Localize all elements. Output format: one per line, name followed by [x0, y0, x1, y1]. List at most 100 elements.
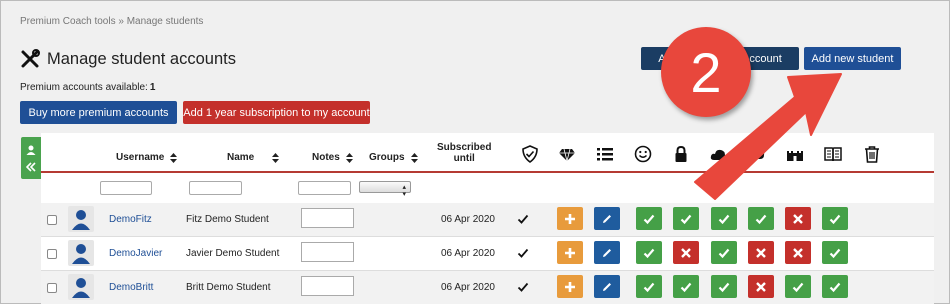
username-link[interactable]: DemoBritt	[109, 282, 153, 293]
enabled-toggle[interactable]	[822, 207, 848, 230]
enabled-toggle[interactable]	[711, 207, 737, 230]
notes-input[interactable]	[301, 242, 354, 262]
enabled-toggle[interactable]	[711, 275, 737, 298]
shield-check-icon	[522, 145, 538, 163]
select-arrows-icon: ▴ ▾	[402, 184, 406, 198]
col-subscribed-label-1: Subscribed	[437, 142, 492, 153]
check-icon	[517, 282, 529, 292]
sort-icon	[410, 152, 418, 163]
enabled-toggle[interactable]	[636, 275, 662, 298]
check-icon	[517, 214, 529, 224]
tools-icon	[21, 49, 40, 68]
check-icon	[643, 282, 655, 292]
trash-icon[interactable]	[863, 145, 881, 163]
user-icon	[72, 278, 90, 298]
cross-icon	[756, 281, 766, 292]
premium-count: 1	[149, 82, 156, 93]
row-select-checkbox[interactable]	[47, 283, 57, 293]
enabled-toggle[interactable]	[822, 275, 848, 298]
avatar	[68, 240, 94, 266]
subscribed-until: 06 Apr 2020	[441, 214, 495, 225]
disabled-toggle[interactable]	[673, 241, 699, 264]
check-icon	[755, 214, 767, 224]
page-title: Manage student accounts	[47, 49, 236, 68]
list-icon	[597, 148, 613, 161]
add-button[interactable]	[557, 207, 583, 230]
notes-filter-input[interactable]	[298, 181, 351, 195]
edit-button[interactable]	[594, 241, 620, 264]
enabled-toggle[interactable]	[673, 207, 699, 230]
notes-input[interactable]	[301, 208, 354, 228]
subscribed-until: 06 Apr 2020	[441, 248, 495, 259]
disabled-toggle[interactable]	[748, 241, 774, 264]
book-icon	[824, 147, 842, 162]
col-name[interactable]: Name	[227, 152, 280, 163]
add-button[interactable]	[557, 241, 583, 264]
disabled-toggle[interactable]	[785, 207, 811, 230]
username-filter-input[interactable]	[100, 181, 152, 195]
enabled-toggle[interactable]	[711, 241, 737, 264]
col-subscribed[interactable]: Subscribed until	[437, 142, 491, 164]
check-icon	[643, 248, 655, 258]
add-year-subscription-button[interactable]: Add 1 year subscription to my account	[183, 101, 370, 124]
castle-icon	[787, 151, 803, 161]
table-row: DemoJavier Javier Demo Student 06 Apr 2020	[41, 237, 934, 270]
pencil-icon	[603, 282, 611, 291]
enabled-toggle[interactable]	[785, 275, 811, 298]
table-row: DemoFitz Fitz Demo Student 06 Apr 2020	[41, 203, 934, 236]
sort-icon	[170, 152, 178, 163]
col-username[interactable]: Username	[116, 152, 178, 163]
premium-label: Premium accounts available:	[20, 82, 148, 93]
check-icon	[829, 214, 841, 224]
sort-icon	[345, 152, 353, 163]
row-select-checkbox[interactable]	[47, 215, 57, 225]
check-icon	[517, 248, 529, 258]
double-chevron-left-icon	[26, 161, 36, 172]
col-groups[interactable]: Groups	[369, 152, 418, 163]
add-new-student-button[interactable]: Add new student	[804, 47, 901, 70]
sidebar-toggle-tab[interactable]	[21, 137, 41, 179]
subscribed-until: 06 Apr 2020	[441, 282, 495, 293]
check-icon	[680, 214, 692, 224]
groups-filter-select[interactable]: ▴ ▾	[359, 181, 411, 198]
col-name-label: Name	[227, 152, 255, 163]
notes-input[interactable]	[301, 276, 354, 296]
enabled-toggle[interactable]	[822, 241, 848, 264]
col-notes[interactable]: Notes	[312, 152, 353, 163]
plus-icon	[565, 281, 575, 292]
edit-button[interactable]	[594, 275, 620, 298]
buy-more-premium-button[interactable]: Buy more premium accounts	[20, 101, 177, 124]
cross-icon	[681, 247, 691, 258]
name-filter-input[interactable]	[189, 181, 242, 195]
col-groups-label: Groups	[369, 152, 405, 163]
student-name: Britt Demo Student	[186, 282, 271, 293]
smiley-icon	[634, 145, 652, 163]
student-name: Fitz Demo Student	[186, 214, 269, 225]
user-icon	[26, 145, 36, 155]
enabled-toggle[interactable]	[748, 207, 774, 230]
user-icon	[72, 210, 90, 230]
col-subscribed-label-2: until	[453, 153, 475, 164]
table-row: DemoBritt Britt Demo Student 06 Apr 2020	[41, 271, 934, 304]
breadcrumb[interactable]: Premium Coach tools » Manage students	[20, 16, 203, 27]
avatar	[68, 206, 94, 232]
header-rule	[41, 171, 934, 173]
lock-icon	[675, 145, 687, 162]
disabled-toggle[interactable]	[748, 275, 774, 298]
enabled-toggle[interactable]	[636, 207, 662, 230]
enabled-toggle[interactable]	[673, 275, 699, 298]
col-notes-label: Notes	[312, 152, 340, 163]
pencil-icon	[603, 248, 611, 257]
username-link[interactable]: DemoJavier	[109, 248, 162, 259]
col-username-label: Username	[116, 152, 165, 163]
disabled-toggle[interactable]	[785, 241, 811, 264]
check-icon	[829, 282, 841, 292]
check-icon	[643, 214, 655, 224]
add-button[interactable]	[557, 275, 583, 298]
username-link[interactable]: DemoFitz	[109, 214, 152, 225]
step-callout-badge: 2	[661, 27, 751, 117]
edit-button[interactable]	[594, 207, 620, 230]
enabled-toggle[interactable]	[636, 241, 662, 264]
row-select-checkbox[interactable]	[47, 249, 57, 259]
plus-icon	[565, 247, 575, 258]
